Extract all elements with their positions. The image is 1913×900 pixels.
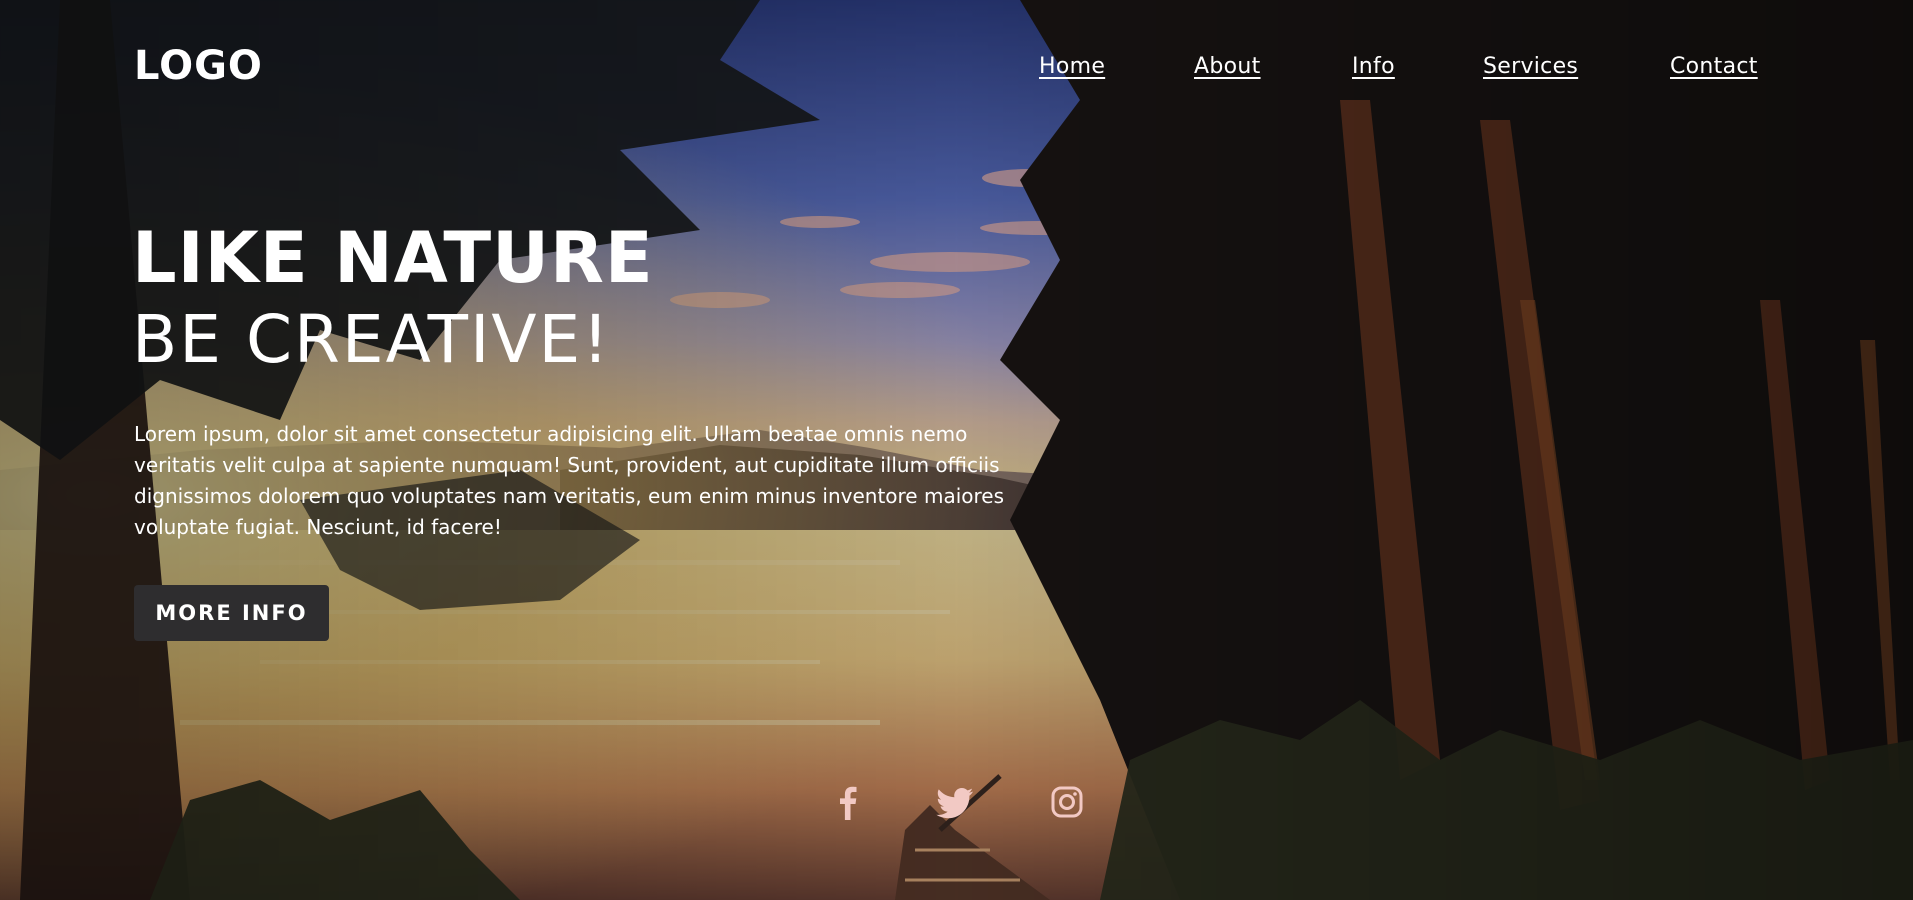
nav-link-about[interactable]: About [1194, 52, 1261, 82]
hero-title: LIKE NATURE BE CREATIVE! [132, 218, 654, 382]
more-info-button[interactable]: MORE INFO [134, 585, 329, 641]
nav-link-contact[interactable]: Contact [1670, 52, 1758, 82]
hero-description: Lorem ipsum, dolor sit amet consectetur … [134, 422, 1005, 539]
facebook-icon[interactable] [826, 780, 870, 824]
hero-title-line1: LIKE NATURE [132, 217, 654, 299]
twitter-icon[interactable] [933, 780, 977, 824]
nav-link-services[interactable]: Services [1483, 52, 1578, 82]
instagram-icon[interactable] [1045, 780, 1089, 824]
hero-title-line2: BE CREATIVE! [132, 301, 611, 378]
header-bar: LOGO Home About Info Services Contact [0, 0, 1913, 140]
hero-section: LOGO Home About Info Services Contact LI… [0, 0, 1913, 900]
nav-link-info[interactable]: Info [1352, 52, 1395, 82]
social-links [0, 780, 1913, 828]
nav-link-home[interactable]: Home [1039, 52, 1105, 82]
main-nav: Home About Info Services Contact [0, 52, 1913, 86]
